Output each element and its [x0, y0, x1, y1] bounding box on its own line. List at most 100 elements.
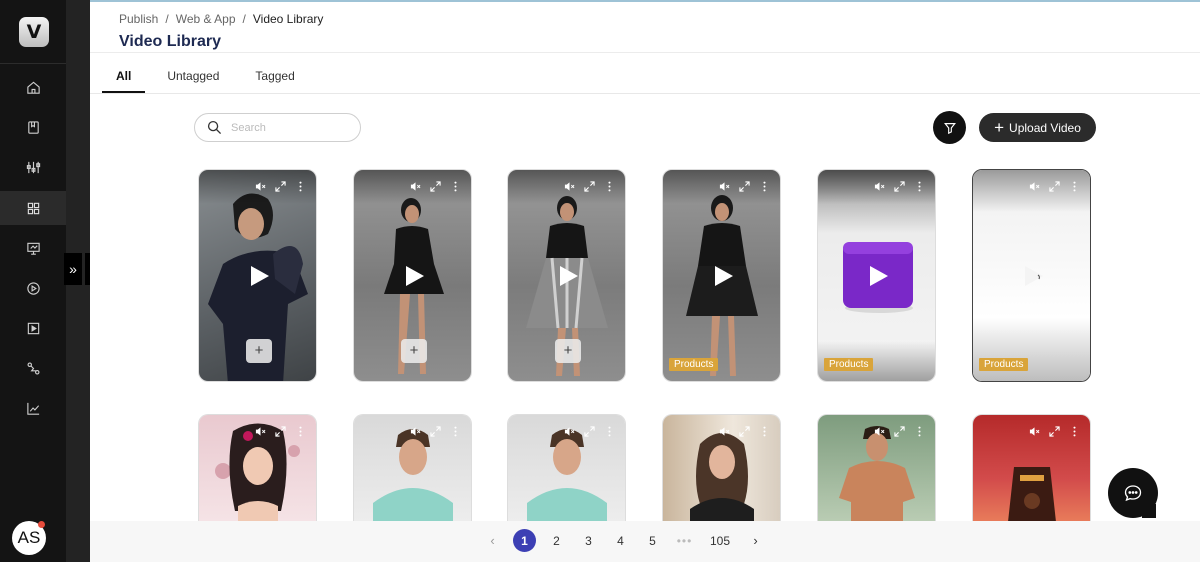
more-vertical-icon[interactable] [450, 426, 461, 437]
sidebar-item-home[interactable] [0, 70, 66, 104]
video-card[interactable] [662, 414, 781, 521]
sidebar-item-play-square[interactable] [0, 311, 66, 345]
mute-icon[interactable] [719, 181, 730, 192]
expand-icon[interactable] [739, 426, 750, 437]
mute-icon[interactable] [255, 181, 266, 192]
plus-icon: + [994, 118, 1005, 137]
sidebar-item-sliders[interactable] [0, 150, 66, 184]
mute-icon[interactable] [410, 181, 421, 192]
search-icon [207, 120, 222, 135]
chat-button[interactable] [1108, 468, 1158, 518]
tab-all[interactable]: All [102, 62, 146, 93]
avatar[interactable]: AS [12, 521, 46, 555]
search-box[interactable] [194, 113, 361, 142]
sidebar-item-route[interactable] [0, 351, 66, 385]
mute-icon[interactable] [410, 426, 421, 437]
sidebar-item-grid[interactable] [0, 191, 66, 225]
expand-icon[interactable] [275, 426, 286, 437]
page-last-button[interactable]: 105 [705, 529, 735, 552]
video-card[interactable]: + [198, 169, 317, 382]
video-card[interactable]: Products [662, 169, 781, 382]
expand-icon[interactable] [1049, 181, 1060, 192]
next-page-button[interactable]: › [744, 529, 767, 552]
page-2-button[interactable]: 2 [545, 529, 568, 552]
tab-tagged[interactable]: Tagged [241, 62, 308, 93]
video-card[interactable]: Products [972, 169, 1091, 382]
video-card[interactable]: Products [817, 169, 936, 382]
card-controls [719, 426, 770, 437]
expand-icon[interactable] [430, 181, 441, 192]
video-card[interactable] [507, 414, 626, 521]
breadcrumb-web-app[interactable]: Web & App [176, 12, 236, 26]
mute-icon[interactable] [564, 426, 575, 437]
more-vertical-icon[interactable] [759, 181, 770, 192]
tabs-divider [90, 93, 1200, 94]
more-vertical-icon[interactable] [1069, 181, 1080, 192]
add-tag-button[interactable]: + [246, 339, 272, 363]
sidebar-item-book[interactable] [0, 110, 66, 144]
play-icon[interactable] [559, 265, 579, 287]
add-tag-button[interactable]: + [555, 339, 581, 363]
more-vertical-icon[interactable] [759, 426, 770, 437]
card-controls [255, 181, 306, 192]
sidebar-item-play-circle[interactable] [0, 271, 66, 305]
more-vertical-icon[interactable] [295, 426, 306, 437]
expand-icon[interactable] [894, 426, 905, 437]
mute-icon[interactable] [255, 426, 266, 437]
more-vertical-icon[interactable] [1069, 426, 1080, 437]
page-1-button[interactable]: 1 [513, 529, 536, 552]
search-input[interactable] [231, 121, 351, 134]
page-5-button[interactable]: 5 [641, 529, 664, 552]
filter-icon [943, 122, 956, 134]
play-icon[interactable] [869, 265, 889, 287]
card-controls [564, 426, 615, 437]
expand-icon[interactable] [584, 181, 595, 192]
more-vertical-icon[interactable] [295, 181, 306, 192]
mute-icon[interactable] [874, 426, 885, 437]
mute-icon[interactable] [564, 181, 575, 192]
prev-page-button[interactable]: ‹ [481, 529, 504, 552]
filter-button[interactable] [933, 111, 966, 144]
tag-badge: Products [979, 358, 1029, 371]
video-card[interactable] [817, 414, 936, 521]
expand-icon[interactable] [584, 426, 595, 437]
more-vertical-icon[interactable] [914, 426, 925, 437]
video-card[interactable]: + [507, 169, 626, 382]
breadcrumb-publish[interactable]: Publish [119, 12, 158, 26]
card-controls [874, 426, 925, 437]
pagination-ellipsis[interactable]: ••• [673, 529, 696, 552]
notification-dot [38, 521, 45, 528]
page-4-button[interactable]: 4 [609, 529, 632, 552]
video-card[interactable] [198, 414, 317, 521]
sidebar-item-presentation[interactable] [0, 231, 66, 265]
video-card[interactable] [972, 414, 1091, 521]
loading-spinner-icon [1024, 265, 1043, 286]
expand-icon[interactable] [739, 181, 750, 192]
mute-icon[interactable] [1029, 426, 1040, 437]
play-icon[interactable] [405, 265, 425, 287]
sidebar-item-analytics[interactable] [0, 391, 66, 425]
expand-icon[interactable] [1049, 426, 1060, 437]
more-vertical-icon[interactable] [604, 426, 615, 437]
more-vertical-icon[interactable] [450, 181, 461, 192]
video-card[interactable]: + [353, 169, 472, 382]
more-vertical-icon[interactable] [914, 181, 925, 192]
card-controls [874, 181, 925, 192]
page-3-button[interactable]: 3 [577, 529, 600, 552]
mute-icon[interactable] [719, 426, 730, 437]
expand-icon[interactable] [430, 426, 441, 437]
expand-sidebar-button[interactable]: » [64, 253, 82, 285]
tab-untagged[interactable]: Untagged [153, 62, 233, 93]
upload-video-button[interactable]: + Upload Video [979, 113, 1096, 142]
expand-icon[interactable] [894, 181, 905, 192]
mute-icon[interactable] [874, 181, 885, 192]
expand-icon[interactable] [275, 181, 286, 192]
play-icon[interactable] [714, 265, 734, 287]
mute-icon[interactable] [1029, 181, 1040, 192]
app-logo[interactable]: V [19, 17, 49, 47]
video-card[interactable] [353, 414, 472, 521]
play-icon[interactable] [250, 265, 270, 287]
add-tag-button[interactable]: + [401, 339, 427, 363]
more-vertical-icon[interactable] [604, 181, 615, 192]
person-figure [838, 426, 915, 521]
